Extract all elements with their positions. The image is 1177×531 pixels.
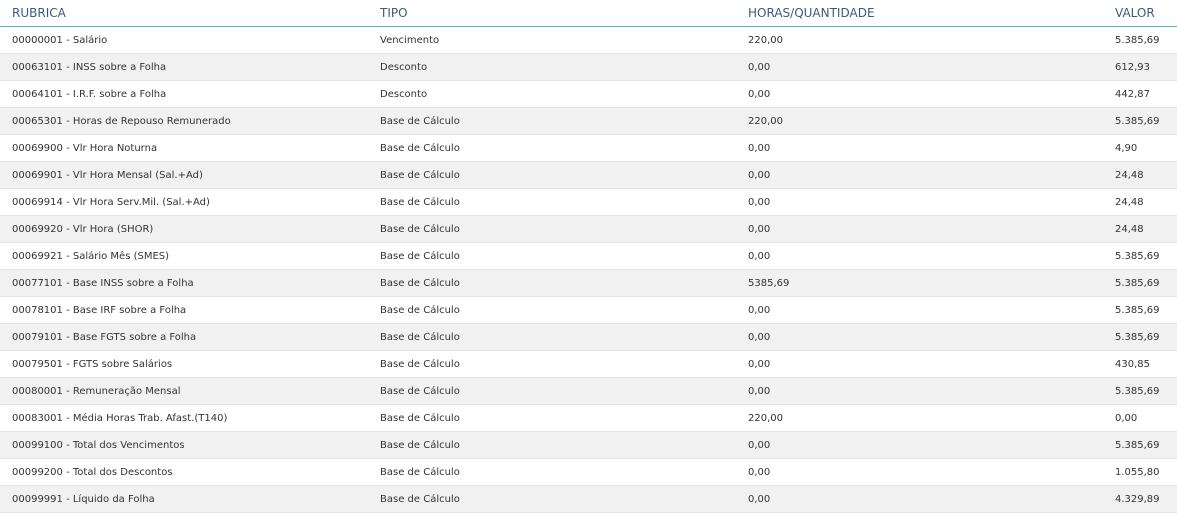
cell-tipo: Base de Cálculo [368,134,736,162]
cell-tipo: Base de Cálculo [368,350,736,378]
header-row: RUBRICA TIPO HORAS/QUANTIDADE VALOR [0,0,1177,27]
cell-tipo: Base de Cálculo [368,485,736,513]
cell-tipo: Base de Cálculo [368,269,736,297]
cell-valor: 4.329,89 [1107,485,1177,513]
cell-rubrica: 00078101 - Base IRF sobre a Folha [0,296,368,324]
cell-tipo: Base de Cálculo [368,431,736,459]
cell-tipo: Base de Cálculo [368,404,736,432]
table-row[interactable]: 00099200 - Total dos Descontos Base de Cá… [0,458,1177,486]
cell-tipo: Vencimento [368,26,736,54]
table-header: RUBRICA TIPO HORAS/QUANTIDADE VALOR [0,0,1177,27]
cell-horas-quantidade: 5385,69 [736,269,1107,297]
table-row[interactable]: 00069914 - Vlr Hora Serv.Mil. (Sal.+Ad) B… [0,188,1177,216]
cell-valor: 5.385,69 [1107,269,1177,297]
cell-horas-quantidade: 0,00 [736,296,1107,324]
cell-tipo: Base de Cálculo [368,377,736,405]
cell-horas-quantidade: 0,00 [736,350,1107,378]
table-row[interactable]: 00063101 - INSS sobre a Folha Desconto 0,0… [0,53,1177,81]
table-row[interactable]: 00065301 - Horas de Repouso Remunerado Ba… [0,107,1177,135]
cell-valor: 5.385,69 [1107,377,1177,405]
cell-valor: 5.385,69 [1107,323,1177,351]
cell-valor: 4,90 [1107,134,1177,162]
cell-valor: 1.055,80 [1107,458,1177,486]
cell-horas-quantidade: 0,00 [736,188,1107,216]
cell-horas-quantidade: 0,00 [736,485,1107,513]
cell-rubrica: 00099100 - Total dos Vencimentos [0,431,368,459]
table-row[interactable]: 00078101 - Base IRF sobre a Folha Base de… [0,296,1177,324]
cell-horas-quantidade: 0,00 [736,161,1107,189]
cell-rubrica: 00083001 - Média Horas Trab. Afast.(T140… [0,404,368,432]
cell-tipo: Desconto [368,80,736,108]
cell-horas-quantidade: 0,00 [736,80,1107,108]
cell-valor: 5.385,69 [1107,242,1177,270]
table-row[interactable]: 00069901 - Vlr Hora Mensal (Sal.+Ad) Base… [0,161,1177,189]
cell-horas-quantidade: 220,00 [736,26,1107,54]
cell-rubrica: 00069901 - Vlr Hora Mensal (Sal.+Ad) [0,161,368,189]
cell-rubrica: 00069920 - Vlr Hora (SHOR) [0,215,368,243]
cell-horas-quantidade: 0,00 [736,242,1107,270]
cell-horas-quantidade: 0,00 [736,134,1107,162]
cell-rubrica: 00080001 - Remuneração Mensal [0,377,368,405]
cell-rubrica: 00099200 - Total dos Descontos [0,458,368,486]
cell-tipo: Base de Cálculo [368,215,736,243]
column-header-tipo[interactable]: TIPO [368,0,736,27]
cell-tipo: Base de Cálculo [368,188,736,216]
cell-horas-quantidade: 220,00 [736,404,1107,432]
payroll-table: RUBRICA TIPO HORAS/QUANTIDADE VALOR 0000… [0,0,1177,513]
cell-valor: 24,48 [1107,161,1177,189]
column-header-valor[interactable]: VALOR [1107,0,1177,27]
cell-rubrica: 00065301 - Horas de Repouso Remunerado [0,107,368,135]
table-row[interactable]: 00083001 - Média Horas Trab. Afast.(T140… [0,404,1177,432]
table-body: 00000001 - Salário Vencimento 220,00 5.385,… [0,26,1177,513]
table-row[interactable]: 00069920 - Vlr Hora (SHOR) Base de Cálcul… [0,215,1177,243]
table-row[interactable]: 00079501 - FGTS sobre Salários Base de Cá… [0,350,1177,378]
table-row[interactable]: 00079101 - Base FGTS sobre a Folha Base d… [0,323,1177,351]
cell-horas-quantidade: 0,00 [736,458,1107,486]
cell-tipo: Base de Cálculo [368,161,736,189]
cell-valor: 442,87 [1107,80,1177,108]
cell-valor: 0,00 [1107,404,1177,432]
table-row[interactable]: 00099100 - Total dos Vencimentos Base de … [0,431,1177,459]
table-row[interactable]: 00080001 - Remuneração Mensal Base de Cál… [0,377,1177,405]
cell-valor: 612,93 [1107,53,1177,81]
table-row[interactable]: 00000001 - Salário Vencimento 220,00 5.385,… [0,26,1177,54]
cell-tipo: Desconto [368,53,736,81]
table-row[interactable]: 00069921 - Salário Mês (SMES) Base de Cál… [0,242,1177,270]
cell-rubrica: 00069921 - Salário Mês (SMES) [0,242,368,270]
cell-rubrica: 00077101 - Base INSS sobre a Folha [0,269,368,297]
cell-rubrica: 00079101 - Base FGTS sobre a Folha [0,323,368,351]
table-row[interactable]: 00069900 - Vlr Hora Noturna Base de Cálcu… [0,134,1177,162]
cell-rubrica: 00079501 - FGTS sobre Salários [0,350,368,378]
cell-valor: 5.385,69 [1107,431,1177,459]
cell-horas-quantidade: 0,00 [736,323,1107,351]
cell-horas-quantidade: 0,00 [736,215,1107,243]
cell-horas-quantidade: 0,00 [736,431,1107,459]
table-row[interactable]: 00064101 - I.R.F. sobre a Folha Desconto 0… [0,80,1177,108]
cell-tipo: Base de Cálculo [368,107,736,135]
cell-tipo: Base de Cálculo [368,323,736,351]
cell-rubrica: 00069900 - Vlr Hora Noturna [0,134,368,162]
cell-valor: 24,48 [1107,188,1177,216]
cell-rubrica: 00064101 - I.R.F. sobre a Folha [0,80,368,108]
cell-valor: 24,48 [1107,215,1177,243]
cell-horas-quantidade: 0,00 [736,53,1107,81]
cell-valor: 430,85 [1107,350,1177,378]
cell-valor: 5.385,69 [1107,26,1177,54]
cell-valor: 5.385,69 [1107,296,1177,324]
column-header-rubrica[interactable]: RUBRICA [0,0,368,27]
column-header-horas-quantidade[interactable]: HORAS/QUANTIDADE [736,0,1107,27]
table-row[interactable]: 00099991 - Líquido da Folha Base de Cálcu… [0,485,1177,513]
cell-rubrica: 00000001 - Salário [0,26,368,54]
cell-rubrica: 00069914 - Vlr Hora Serv.Mil. (Sal.+Ad) [0,188,368,216]
cell-tipo: Base de Cálculo [368,296,736,324]
cell-valor: 5.385,69 [1107,107,1177,135]
cell-rubrica: 00063101 - INSS sobre a Folha [0,53,368,81]
cell-horas-quantidade: 0,00 [736,377,1107,405]
table-row[interactable]: 00077101 - Base INSS sobre a Folha Base d… [0,269,1177,297]
cell-tipo: Base de Cálculo [368,242,736,270]
cell-tipo: Base de Cálculo [368,458,736,486]
cell-rubrica: 00099991 - Líquido da Folha [0,485,368,513]
cell-horas-quantidade: 220,00 [736,107,1107,135]
